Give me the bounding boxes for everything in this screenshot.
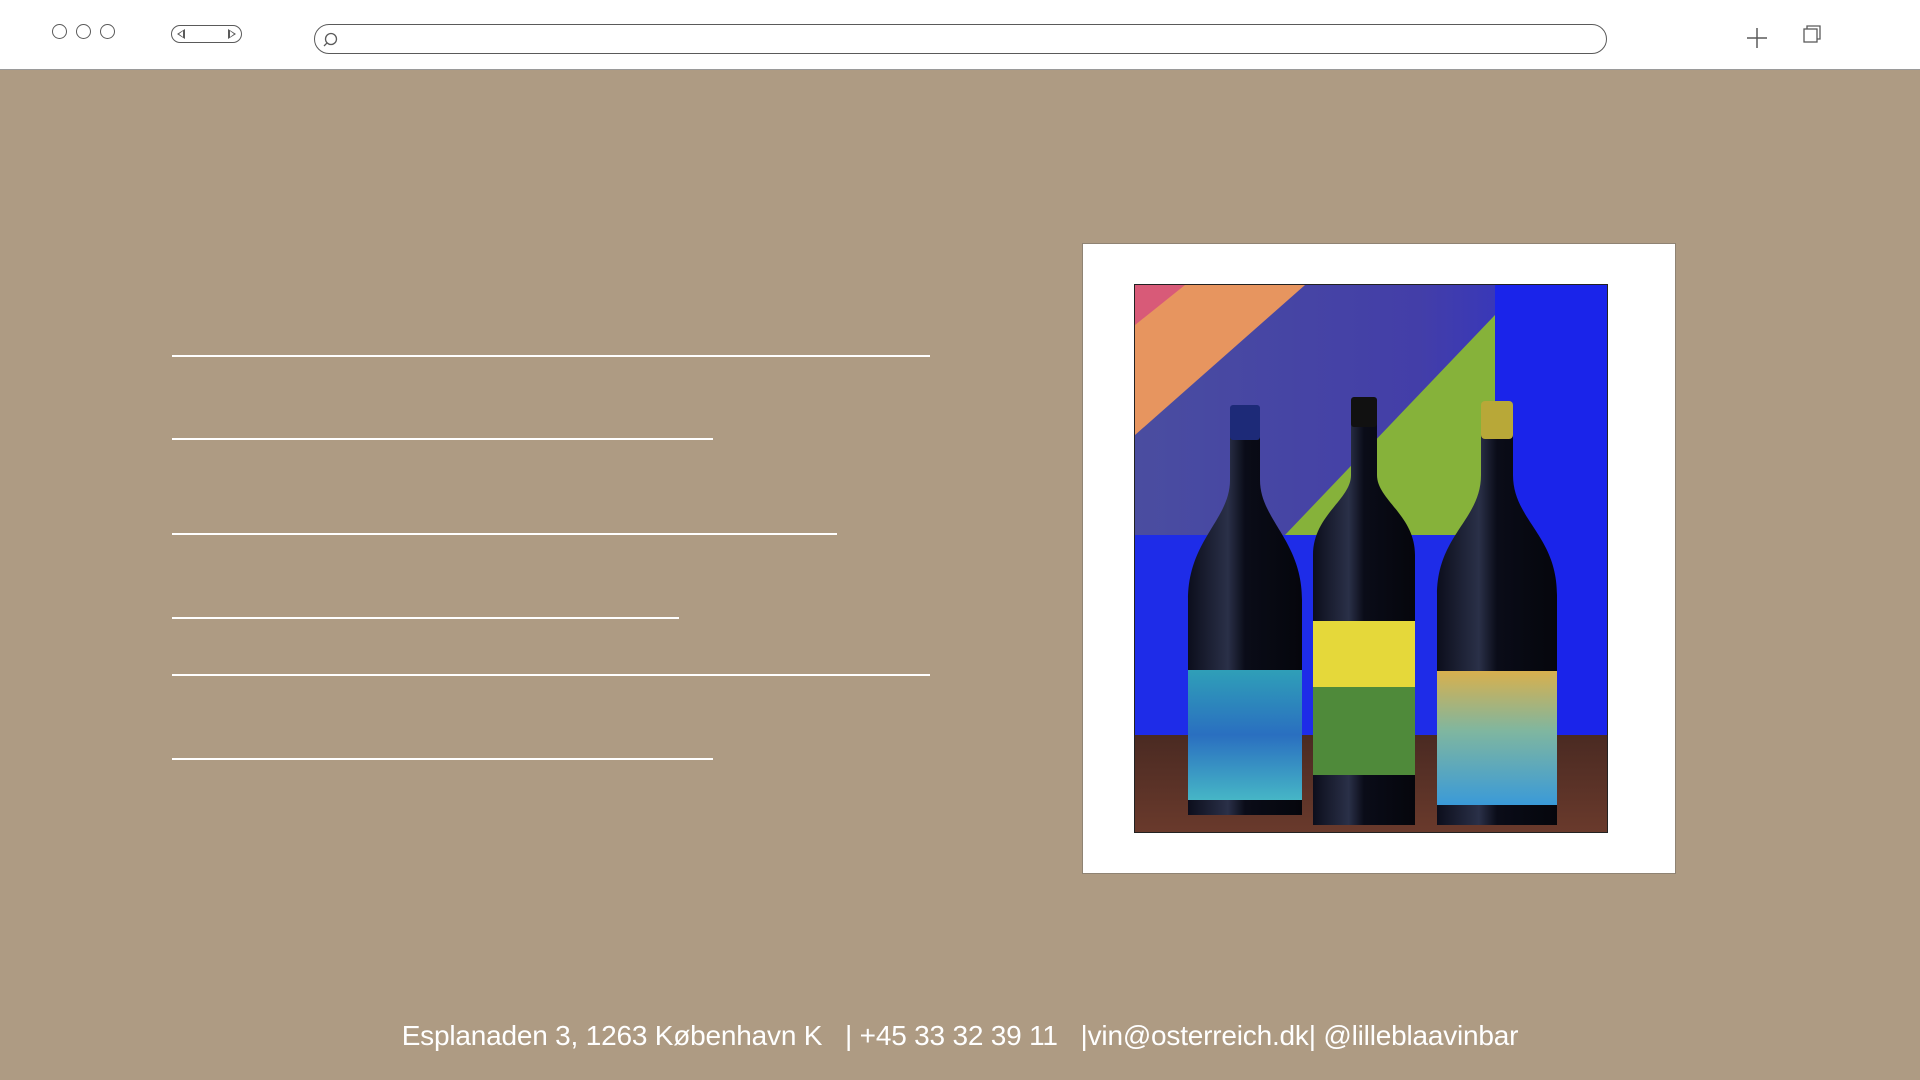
address-text: Esplanaden 3, 1263 København K	[401, 1020, 823, 1051]
text-line-2	[172, 438, 713, 440]
back-arrow-icon[interactable]	[177, 29, 185, 39]
email-text[interactable]: |vin@osterreich.dk|	[1081, 1020, 1316, 1051]
text-line-6	[172, 758, 713, 760]
navigation-buttons	[171, 25, 242, 43]
window-controls	[52, 24, 115, 39]
phone-text[interactable]: | +45 33 32 39 11	[845, 1020, 1058, 1051]
photo-card	[1082, 243, 1676, 874]
search-icon	[323, 32, 338, 47]
window-zoom-icon[interactable]	[100, 24, 115, 39]
browser-toolbar	[0, 0, 1920, 70]
address-bar[interactable]	[314, 24, 1607, 54]
text-line-5	[172, 674, 930, 676]
contact-footer: Esplanaden 3, 1263 København K | +45 33 …	[0, 1020, 1920, 1052]
url-input[interactable]	[347, 28, 1587, 50]
wine-bottles-photo	[1134, 284, 1608, 833]
text-line-4	[172, 617, 679, 619]
instagram-handle[interactable]: @lilleblaavinbar	[1323, 1020, 1518, 1051]
tabs-overview-icon[interactable]	[1802, 24, 1822, 44]
window-minimize-icon[interactable]	[76, 24, 91, 39]
forward-arrow-icon[interactable]	[228, 29, 236, 39]
window-close-icon[interactable]	[52, 24, 67, 39]
plus-icon[interactable]	[1745, 26, 1769, 50]
text-line-3	[172, 533, 837, 535]
text-line-1	[172, 355, 930, 357]
